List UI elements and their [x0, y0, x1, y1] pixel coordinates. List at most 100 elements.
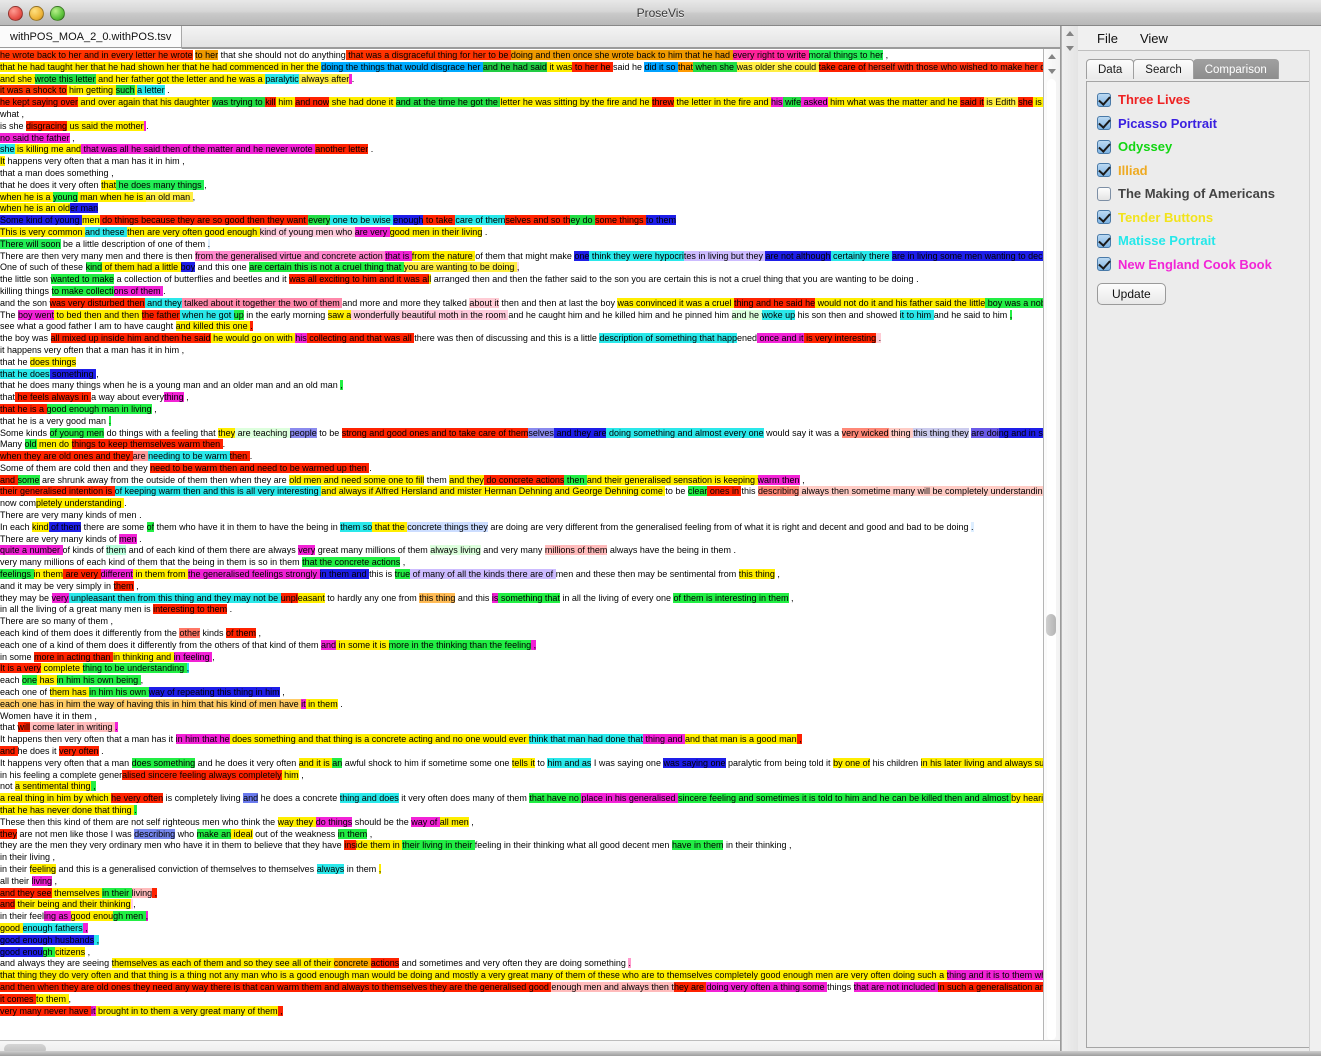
text-segment[interactable]: and he	[731, 309, 762, 320]
text-segment[interactable]: in him his own	[89, 687, 149, 698]
text-segment[interactable]: concrete	[333, 958, 371, 969]
text-segment[interactable]: is she	[0, 120, 27, 131]
text-segment[interactable]: There are very many kinds of	[0, 533, 120, 544]
text-segment[interactable]: .	[134, 805, 137, 815]
text-segment[interactable]: then	[564, 474, 587, 485]
text-segment[interactable]: wrote this letter	[34, 73, 96, 84]
text-segment[interactable]: when she	[693, 61, 737, 72]
text-segment[interactable]: each one has in him the way of having th…	[0, 698, 302, 709]
text-segment[interactable]: description of something that happ	[599, 333, 737, 344]
text-segment[interactable]: a letter	[137, 85, 165, 96]
text-segment[interactable]: ,	[298, 769, 304, 780]
text-segment[interactable]: in some	[0, 651, 35, 662]
text-segment[interactable]: man when he is	[77, 191, 146, 202]
text-segment[interactable]: his son then and showed	[795, 309, 900, 320]
text-segment[interactable]: it happens very often that a man has it …	[0, 344, 185, 355]
text-line[interactable]: each one has in him his own being ,	[0, 675, 1043, 687]
text-segment[interactable]: and	[0, 746, 18, 757]
text-segment[interactable]: ,	[1009, 309, 1013, 320]
text-segment[interactable]: that	[0, 392, 16, 403]
text-segment[interactable]: in thinking and	[113, 651, 174, 662]
text-segment[interactable]: an old man	[145, 191, 193, 202]
text-segment[interactable]: feeling in their thinking what all good …	[474, 840, 672, 851]
text-segment[interactable]: is killing me	[1032, 97, 1043, 108]
text-line[interactable]: It is a very complete thing to be unders…	[0, 663, 1043, 675]
text-segment[interactable]: ons of them	[113, 285, 164, 296]
text-segment[interactable]: that are not included	[853, 981, 938, 992]
text-line[interactable]: the little son wanted to make a collecti…	[0, 274, 1043, 286]
text-segment[interactable]: them has	[49, 687, 90, 698]
text-segment[interactable]: place in his generalised	[581, 793, 678, 804]
text-segment[interactable]: his father said the little	[895, 297, 986, 308]
text-line[interactable]: not a sentimental thing ,	[0, 781, 1043, 793]
text-segment[interactable]: enough men and always then t	[551, 981, 674, 992]
text-segment[interactable]: clear	[687, 486, 708, 497]
text-segment[interactable]: themselves	[51, 887, 103, 898]
comparison-row-the-making-of-americans[interactable]: The Making of Americans	[1097, 186, 1306, 201]
text-segment[interactable]: things to keep themselves warm then	[71, 439, 223, 450]
text-segment[interactable]: do concrete actions	[483, 474, 565, 485]
text-segment[interactable]: .	[146, 120, 149, 131]
comparison-row-three-lives[interactable]: Three Lives	[1097, 92, 1306, 107]
text-line[interactable]: what ,	[0, 108, 1043, 121]
text-segment[interactable]: ,	[152, 887, 158, 898]
text-segment[interactable]: in them	[33, 569, 64, 580]
text-line[interactable]: that he had taught her that he had shown…	[0, 61, 1043, 74]
text-segment[interactable]: of them is interesting in them	[673, 592, 789, 603]
text-segment[interactable]: one	[574, 250, 590, 261]
text-segment[interactable]: old	[24, 439, 37, 450]
text-segment[interactable]: .	[164, 85, 170, 96]
text-segment[interactable]: who	[175, 828, 197, 839]
text-segment[interactable]: .	[337, 698, 343, 709]
text-segment[interactable]: and	[243, 793, 259, 804]
text-segment[interactable]: feeling	[29, 863, 57, 874]
text-segment[interactable]: and he said to him	[933, 309, 1010, 320]
text-segment[interactable]: describing	[134, 828, 176, 839]
comparison-row-new-england-cook-book[interactable]: New England Cook Book	[1097, 257, 1306, 272]
text-line[interactable]: that he is a good enough man in living ,	[0, 403, 1043, 416]
text-segment[interactable]: was older she could	[736, 61, 819, 72]
text-segment[interactable]: each	[0, 675, 23, 686]
text-segment[interactable]: in him that he	[175, 734, 230, 745]
checkbox-illiad[interactable]	[1097, 163, 1111, 177]
text-line[interactable]: This is very common and these then are v…	[0, 226, 1043, 239]
text-segment[interactable]: quite a number	[0, 545, 63, 556]
text-segment[interactable]: ,	[52, 875, 58, 886]
text-segment[interactable]: very	[298, 545, 316, 556]
text-segment[interactable]: is completely living	[163, 793, 244, 804]
text-segment[interactable]: living	[131, 887, 153, 898]
text-segment[interactable]: by one of	[833, 757, 871, 768]
text-segment[interactable]: that he has never done that thing	[0, 805, 135, 815]
text-segment[interactable]: great many millions of them	[315, 545, 431, 556]
text-segment[interactable]: and their generalised sensation is keepi…	[586, 474, 758, 485]
text-segment[interactable]: ins	[344, 840, 356, 851]
text-segment[interactable]: the little son	[0, 274, 51, 285]
text-segment[interactable]: very often	[59, 746, 99, 757]
text-segment[interactable]: in them	[305, 698, 338, 709]
text-segment[interactable]: good enou	[0, 946, 43, 957]
text-line[interactable]: that he does something ,	[0, 368, 1043, 381]
text-segment[interactable]: now com	[0, 498, 37, 509]
text-segment[interactable]: ,	[82, 922, 88, 933]
text-line[interactable]: it was a shock to him getting such a let…	[0, 85, 1043, 97]
text-segment[interactable]: These then this kind of them are not sel…	[0, 816, 278, 827]
text-segment[interactable]: .	[730, 545, 736, 556]
text-segment[interactable]: think they were hypocri	[589, 250, 684, 261]
text-segment[interactable]: in all the living of every one	[559, 592, 674, 603]
inner-vertical-scrollbar[interactable]	[1043, 49, 1060, 1040]
text-line[interactable]: Many old men do things to keep themselve…	[0, 439, 1043, 451]
text-segment[interactable]: concrete things they	[407, 521, 488, 532]
text-segment[interactable]: they may be	[0, 592, 52, 603]
text-line[interactable]: they may be very unpleasant then from th…	[0, 592, 1043, 605]
text-segment[interactable]: and then when they are old ones they nee…	[0, 981, 552, 992]
text-segment[interactable]: ,	[69, 132, 75, 143]
text-segment[interactable]: .	[207, 238, 211, 249]
text-segment[interactable]: of kinds of	[62, 545, 107, 556]
text-segment[interactable]: a real thing in him by which	[0, 793, 112, 804]
text-segment[interactable]: something	[49, 368, 97, 379]
comparison-row-picasso-portrait[interactable]: Picasso Portrait	[1097, 116, 1306, 131]
text-line[interactable]: he wrote back to her and in every letter…	[0, 50, 1043, 62]
text-segment[interactable]: are very	[354, 226, 390, 237]
text-segment[interactable]: .	[916, 274, 919, 285]
text-line[interactable]: There will soon be a little description …	[0, 238, 1043, 251]
